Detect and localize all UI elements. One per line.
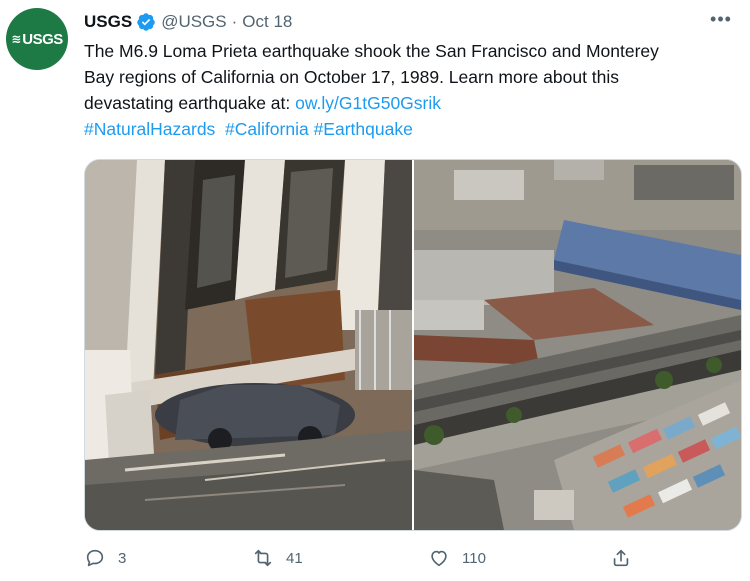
tweet-link[interactable]: ow.ly/G1tG50Gsrik bbox=[295, 93, 441, 113]
reply-button[interactable]: 3 bbox=[84, 543, 126, 573]
share-button[interactable] bbox=[610, 543, 632, 573]
retweet-button[interactable]: 41 bbox=[252, 543, 303, 573]
reply-icon bbox=[86, 549, 104, 567]
header-separator: · bbox=[231, 12, 238, 31]
account-name[interactable]: USGS bbox=[84, 12, 132, 32]
collapsed-building-image bbox=[85, 160, 412, 530]
aerial-freeway-image bbox=[414, 160, 741, 530]
action-bar: 3 41 110 bbox=[84, 543, 644, 573]
account-handle[interactable]: @USGS bbox=[161, 12, 226, 32]
avatar-text: USGS bbox=[22, 30, 63, 48]
retweet-count: 41 bbox=[286, 549, 303, 567]
retweet-icon bbox=[254, 549, 272, 567]
reply-count: 3 bbox=[118, 549, 127, 567]
like-count: 110 bbox=[462, 549, 486, 567]
tweet[interactable]: ≋ USGS USGS @USGS · Oct 18 ••• The M6.9 L… bbox=[0, 0, 750, 581]
avatar[interactable]: ≋ USGS bbox=[6, 8, 68, 70]
more-options-button[interactable]: ••• bbox=[708, 8, 734, 30]
tweet-text-line-3-text: devastating earthquake at: bbox=[84, 93, 296, 113]
tweet-date[interactable]: Oct 18 bbox=[242, 12, 292, 32]
hashtag-row: #NaturalHazards #California #Earthquake bbox=[84, 116, 684, 142]
verified-badge-icon bbox=[137, 13, 155, 31]
tweet-header: USGS @USGS · Oct 18 bbox=[84, 10, 292, 34]
usgs-wave-icon: ≋ bbox=[11, 32, 21, 46]
hashtag-earthquake[interactable]: #Earthquake bbox=[314, 119, 413, 139]
tweet-text-line-3: devastating earthquake at: ow.ly/G1tG50G… bbox=[84, 90, 684, 116]
share-icon bbox=[613, 549, 629, 567]
hashtag-natural-hazards[interactable]: #NaturalHazards bbox=[84, 119, 215, 139]
tweet-text-line-1: The M6.9 Loma Prieta earthquake shook th… bbox=[84, 41, 659, 61]
photo-aerial-freeway[interactable] bbox=[414, 160, 741, 530]
heart-icon bbox=[431, 550, 447, 567]
photo-collapsed-building[interactable] bbox=[85, 160, 412, 530]
like-button[interactable]: 110 bbox=[428, 543, 486, 573]
tweet-text-line-2: Bay regions of California on October 17,… bbox=[84, 67, 620, 87]
media-grid bbox=[84, 159, 742, 531]
hashtag-california[interactable]: #California bbox=[225, 119, 309, 139]
tweet-text: The M6.9 Loma Prieta earthquake shook th… bbox=[84, 38, 684, 142]
